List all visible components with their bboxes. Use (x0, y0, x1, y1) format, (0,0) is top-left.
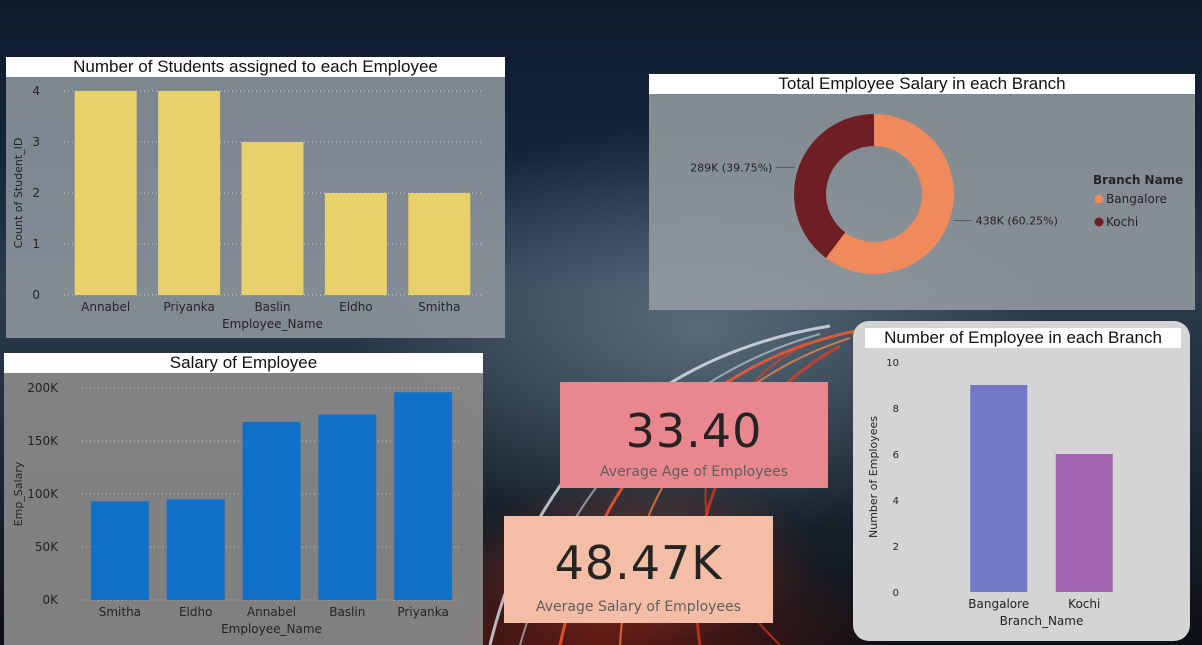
y-tick-label: 0 (893, 588, 899, 599)
y-axis-label: Count of Student_ID (12, 138, 25, 249)
x-tick-label: Smitha (99, 605, 141, 619)
y-tick-label: 6 (893, 450, 899, 461)
employees-per-branch-panel[interactable]: Number of Employee in each Branch 024681… (853, 321, 1190, 641)
donut-slice-kochi (794, 114, 874, 258)
average-salary-label: Average Salary of Employees (536, 599, 741, 615)
donut-data-label: 289K (39.75%) (690, 161, 772, 174)
x-axis-label: Employee_Name (222, 317, 323, 331)
bar-eldho (166, 499, 225, 600)
branch-salary-donut-chart: 438K (60.25%) 289K (39.75%) Branch Name Ban… (690, 114, 1183, 274)
bar-baslin (318, 414, 377, 600)
y-tick-label: 2 (893, 542, 899, 553)
salary-of-employee-panel[interactable]: Salary of Employee 0K 50K 100K 150K 200K Smit… (4, 353, 483, 645)
y-tick-label: 0 (32, 288, 40, 302)
y-axis-label: Number of Employees (867, 416, 880, 538)
y-tick-label: 2 (32, 186, 40, 200)
legend-marker (1094, 217, 1104, 227)
x-tick-label: Eldho (339, 300, 372, 314)
bar-priyanka (394, 392, 453, 600)
y-tick-label: 8 (893, 404, 899, 415)
bar-baslin (241, 142, 304, 295)
y-tick-label: 100K (27, 487, 59, 501)
average-salary-card[interactable]: 48.47K Average Salary of Employees (504, 516, 773, 623)
students-per-employee-panel[interactable]: Number of Students assigned to each Empl… (6, 57, 505, 338)
bar-eldho (324, 193, 387, 295)
legend-marker (1094, 194, 1104, 204)
x-tick-label: Kochi (1068, 597, 1100, 611)
bar-annabel (74, 91, 137, 295)
average-salary-value: 48.47K (554, 536, 723, 590)
x-tick-label: Baslin (254, 300, 290, 314)
bar-bangalore (970, 385, 1028, 592)
donut-data-label: 438K (60.25%) (976, 215, 1058, 228)
average-age-label: Average Age of Employees (599, 464, 789, 480)
x-tick-label: Smitha (418, 300, 460, 314)
bar-smitha (90, 501, 149, 600)
y-tick-label: 1 (32, 237, 40, 251)
y-tick-label: 4 (893, 496, 899, 507)
y-tick-label: 10 (886, 358, 899, 369)
legend-item-kochi: Kochi (1106, 215, 1138, 229)
salary-bar-chart: 0K 50K 100K 150K 200K Smitha Eldho Annabel Basli… (12, 381, 461, 636)
y-tick-label: 4 (32, 84, 40, 98)
x-tick-label: Priyanka (163, 300, 214, 314)
employees-bar-chart: 0 2 4 6 8 10 Bangalore Kochi Branch_Name Number o… (867, 358, 1113, 628)
x-tick-label: Priyanka (397, 605, 448, 619)
x-tick-label: Annabel (81, 300, 130, 314)
average-age-value: 33.40 (625, 404, 763, 458)
average-age-card[interactable]: 33.40 Average Age of Employees (560, 382, 828, 488)
y-tick-label: 3 (32, 135, 40, 149)
legend-title: Branch Name (1093, 173, 1183, 187)
x-tick-label: Bangalore (968, 597, 1029, 611)
y-axis-label: Emp_Salary (12, 461, 25, 526)
y-tick-label: 150K (27, 434, 59, 448)
x-tick-label: Annabel (247, 605, 296, 619)
y-tick-label: 200K (27, 381, 59, 395)
bar-priyanka (158, 91, 221, 295)
x-tick-label: Eldho (179, 605, 212, 619)
bar-smitha (408, 193, 471, 295)
bar-kochi (1055, 454, 1113, 592)
x-axis-label: Branch_Name (1000, 614, 1084, 628)
x-tick-label: Baslin (329, 605, 365, 619)
x-axis-label: Employee_Name (221, 622, 322, 636)
y-tick-label: 50K (35, 540, 59, 554)
students-bar-chart: 0 1 2 3 4 Annabel Priyanka Baslin Eldho Smitha Emp… (12, 84, 481, 331)
bar-annabel (242, 421, 301, 600)
y-tick-label: 0K (42, 593, 59, 607)
legend-item-bangalore: Bangalore (1106, 192, 1167, 206)
branch-salary-panel[interactable]: Total Employee Salary in each Branch 438… (649, 74, 1195, 310)
